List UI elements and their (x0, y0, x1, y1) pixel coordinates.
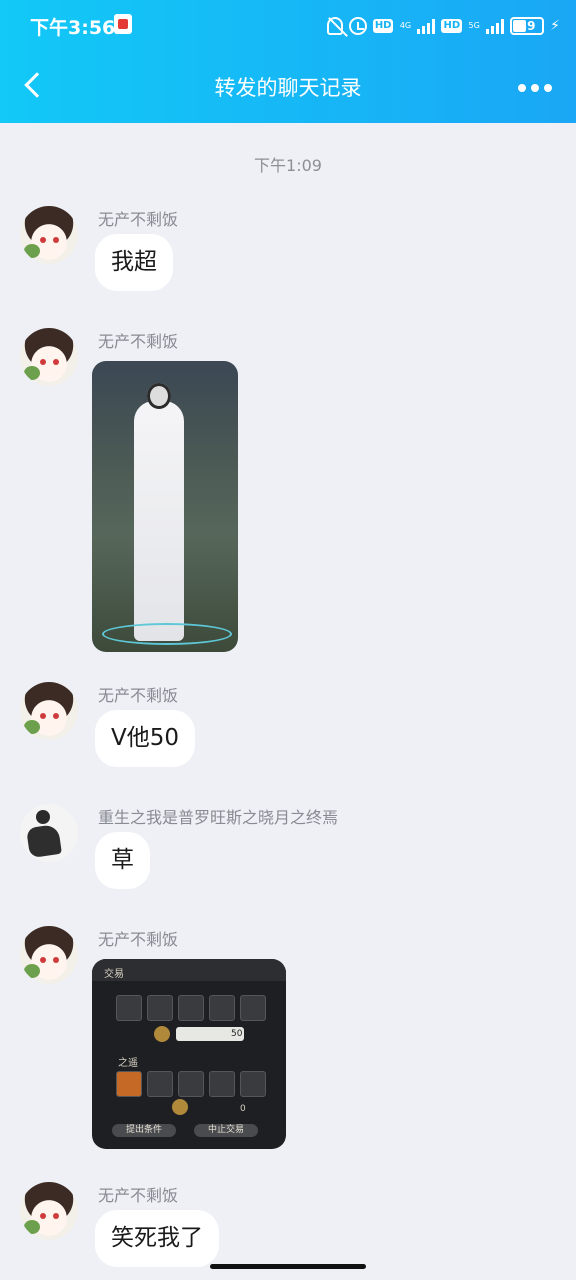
time-separator: 下午1:09 (254, 156, 322, 175)
alarm-icon (348, 17, 367, 35)
status-time: 下午3:56 (30, 17, 116, 39)
slot-icon (147, 995, 173, 1021)
slot-icon (209, 1071, 235, 1097)
trade-cancel-button: 中止交易 (194, 1124, 258, 1137)
avatar[interactable] (20, 926, 78, 984)
coin-icon (154, 1026, 170, 1042)
character-screenshot-image[interactable] (92, 361, 238, 652)
more-options-button[interactable] (518, 84, 552, 92)
network-type-label: 4G (399, 21, 412, 30)
home-indicator[interactable] (210, 1264, 366, 1269)
slot-icon (147, 1071, 173, 1097)
dot-icon (544, 84, 552, 92)
battery-percent: 39 (518, 19, 536, 33)
sender-name: 无产不剩饭 (98, 930, 179, 949)
header: 下午3:56 HD 4G HD 5G 39 ⚡ 转发的聊天记录 (0, 0, 576, 123)
status-bar: 下午3:56 HD 4G HD 5G 39 ⚡ (0, 0, 576, 52)
sender-name: 无产不剩饭 (98, 210, 179, 229)
signal-icon (417, 18, 436, 34)
gil-amount: 0 (240, 1104, 246, 1114)
network-type-label: 5G (468, 21, 480, 30)
coin-icon (172, 1099, 188, 1115)
dot-icon (531, 84, 539, 92)
signal-icon (486, 18, 505, 34)
trade-slots (116, 995, 266, 1021)
avatar[interactable] (20, 682, 78, 740)
trade-offer-button: 提出条件 (112, 1124, 176, 1137)
status-icons: HD 4G HD 5G 39 ⚡ (326, 14, 560, 38)
avatar[interactable] (20, 804, 78, 862)
slot-icon (116, 1071, 142, 1097)
slot-icon (209, 995, 235, 1021)
hd-badge: HD (441, 19, 463, 33)
sender-name: 重生之我是普罗旺斯之晓月之终焉 (98, 808, 339, 827)
avatar[interactable] (20, 1182, 78, 1240)
sender-name: 无产不剩饭 (98, 1186, 179, 1205)
message-bubble[interactable]: V他50 (95, 710, 196, 767)
slot-icon (178, 995, 204, 1021)
dot-icon (518, 84, 526, 92)
slot-icon (178, 1071, 204, 1097)
battery-icon: 39 (510, 17, 545, 35)
trade-header: 交易 (92, 959, 286, 981)
sender-name: 无产不剩饭 (98, 686, 179, 705)
trade-slots (116, 1071, 266, 1097)
slot-icon (240, 995, 266, 1021)
message-bubble[interactable]: 笑死我了 (95, 1210, 219, 1267)
page-title: 转发的聊天记录 (214, 76, 362, 100)
trade-section-label: 之遥 (118, 1058, 138, 1069)
trade-window-image[interactable]: 交易 50 之遥 0 提出条件 中止交易 (92, 959, 286, 1149)
message-bubble[interactable]: 草 (95, 832, 150, 889)
slot-icon (116, 995, 142, 1021)
avatar[interactable] (20, 206, 78, 264)
target-ring-graphic (102, 623, 232, 645)
hd-badge: HD (372, 19, 394, 33)
sender-name: 无产不剩饭 (98, 332, 179, 351)
gil-amount: 50 (231, 1029, 243, 1039)
mute-bell-icon (326, 17, 343, 35)
charging-icon: ⚡ (550, 18, 560, 34)
message-bubble[interactable]: 我超 (95, 234, 173, 291)
avatar[interactable] (20, 328, 78, 386)
trade-title: 交易 (104, 969, 124, 980)
app-notification-icon (114, 14, 132, 34)
slot-icon (240, 1071, 266, 1097)
